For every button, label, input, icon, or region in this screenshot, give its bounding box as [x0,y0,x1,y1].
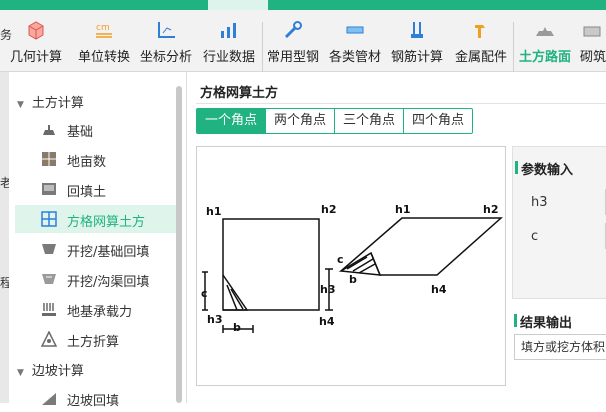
svg-text:cm: cm [96,23,110,33]
sidebar-item-grid-earthwork[interactable]: 方格网算土方 [15,205,177,233]
diagram-frame: h1 h2 h3 h4 c b h1 h2 h3 h4 c b [196,146,506,386]
sidebar-scrollbar[interactable] [176,86,182,403]
ditch-icon [42,274,56,284]
toolbar-label: 钢筋计算 [390,50,443,65]
param-label-h3: h3 [531,195,548,210]
grid-icon [41,211,57,227]
foundation-icon [43,125,55,135]
title-divider [196,103,606,104]
toolbar-label: 单位转换 [77,50,130,65]
label-b: b [233,321,241,334]
label-h3-right: h3 [320,283,336,296]
main-panel: 方格网算土方 一个角点 两个角点 三个角点 四个角点 h1 h2 h3 h4 c… [188,72,606,403]
label-h4: h4 [319,315,335,328]
toolbar-label: 金属配件 [454,50,507,65]
result-header: 结果输出 [513,312,572,331]
toolbar-label: 砌筑 [580,50,606,65]
page-title: 方格网算土方 [200,86,279,101]
toolbar-label: 土方路面 [518,50,571,65]
grid-field-icon [42,152,56,166]
bearing-icon [42,303,56,316]
result-output: 填方或挖方体积 [514,334,606,360]
label-h1-right: h1 [395,203,411,216]
sidebar-item-excavation-ditch[interactable]: 开挖/沟渠回填 [15,265,177,293]
toolbar-unit-convert[interactable]: cm 单位转换 [72,10,136,72]
toolbar-metal[interactable]: 金属配件 [450,10,512,72]
toolbar-label: 几何计算 [9,50,62,65]
perspective-plane [340,217,503,276]
label-c: c [201,287,208,300]
sidebar-item-foundation[interactable]: 基础 [15,115,177,143]
toolbar-earthwork[interactable]: 土方路面 [514,10,576,72]
collapse-triangle-icon: ▼ [17,100,24,110]
result-panel: 结果输出 填方或挖方体积 [512,306,606,403]
toolbar-rebar[interactable]: 钢筋计算 [386,10,448,72]
param-panel: 参数输入 h3 c [512,146,606,299]
one-corner-diagram: h1 h2 h3 h4 c b h1 h2 h3 h4 c b [201,203,503,334]
label-h3: h3 [207,313,223,326]
toolbar-label: 坐标分析 [139,50,192,65]
sidebar-item-backfill[interactable]: 回填土 [15,175,177,203]
sidebar-item-land-area[interactable]: 地亩数 [15,145,177,173]
backfill-icon [42,183,56,195]
sidebar-item-earthwork-conversion[interactable]: 土方折算 [15,325,177,353]
param-header: 参数输入 [514,159,573,178]
sidebar: ▼ 土方计算 基础 地亩数 回填土 方格网算土方 开挖/基础回填 开挖/沟渠回填 … [9,72,187,409]
cube-icon [28,21,44,40]
slope-icon [42,393,56,405]
pipe-icon [346,26,364,34]
param-label-c: c [531,229,539,244]
label-h4-right: h4 [431,283,447,296]
toolbar-pipes[interactable]: 各类管材 [326,10,384,72]
toolbar-masonry[interactable]: 砌筑 [578,10,606,72]
toolbar-label: 各类管材 [328,50,381,65]
triangle-hatch [226,284,244,311]
rebar-icon [411,22,423,38]
label-c-right: c [337,253,344,266]
sidebar-group-earthwork[interactable]: ▼ 土方计算 [17,92,84,111]
corner-tabs: 一个角点 两个角点 三个角点 四个角点 [196,108,474,134]
background-window-strip: 务 老 程 [0,28,12,403]
unit-cm-icon: cm [96,23,112,38]
label-h1: h1 [206,205,222,218]
trench-icon [42,244,56,254]
toolbar-label: 常用型钢 [266,50,319,65]
label-b-right: b [349,273,357,286]
wrench-icon [284,21,302,39]
sidebar-item-excavation-foundation[interactable]: 开挖/基础回填 [15,235,177,263]
tab-one-corner[interactable]: 一个角点 [197,109,267,133]
sidebar-item-slope-backfill[interactable]: 边坡回填 [15,384,177,412]
tab-four-corners[interactable]: 四个角点 [404,109,472,133]
strip-char: 务 [0,28,13,42]
label-h2: h2 [321,203,337,216]
hammer-icon [475,25,485,38]
collapse-triangle-icon: ▼ [17,368,24,378]
sidebar-item-bearing-capacity[interactable]: 地基承载力 [15,295,177,323]
title-bar [0,0,606,10]
toolbar-industry[interactable]: 行业数据 [198,10,260,72]
road-icon [536,27,554,36]
brick-icon [583,26,601,37]
sidebar-group-slope[interactable]: ▼ 边坡计算 [17,360,84,379]
chart-icon [221,23,236,38]
toolbar-coord[interactable]: 坐标分析 [136,10,196,72]
toolbar-label: 行业数据 [202,50,255,65]
tab-two-corners[interactable]: 两个角点 [266,109,336,133]
label-h2-right: h2 [483,203,499,216]
axis-icon [158,22,175,38]
tab-three-corners[interactable]: 三个角点 [335,109,405,133]
conversion-icon [41,331,57,347]
toolbar: 几何计算 cm 单位转换 坐标分析 行业数据 常用型钢 各类管材 钢筋计算 金属… [0,10,606,72]
active-tab-indicator [208,0,268,10]
toolbar-steel[interactable]: 常用型钢 [262,10,324,72]
